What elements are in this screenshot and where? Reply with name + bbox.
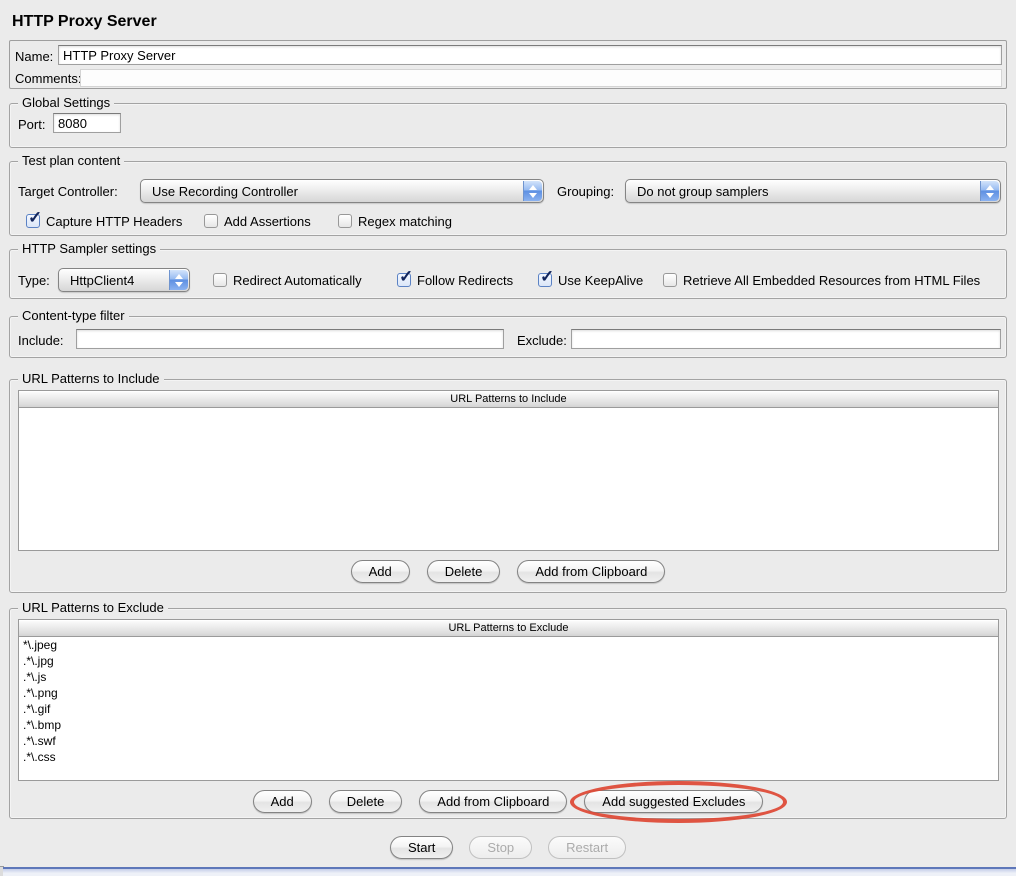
sampler-type-value: HttpClient4 bbox=[59, 273, 134, 288]
checkbox-label: Use KeepAlive bbox=[558, 273, 643, 288]
sampler-type-select[interactable]: HttpClient4 bbox=[58, 268, 190, 292]
checkbox-label: Retrieve All Embedded Resources from HTM… bbox=[683, 273, 980, 288]
use-keepalive-checkbox[interactable]: Use KeepAlive bbox=[538, 272, 643, 288]
regex-matching-checkbox[interactable]: Regex matching bbox=[338, 213, 452, 229]
include-patterns-table[interactable]: URL Patterns to Include bbox=[18, 390, 999, 551]
redirect-automatically-checkbox[interactable]: Redirect Automatically bbox=[213, 272, 362, 288]
content-type-filter-legend: Content-type filter bbox=[18, 308, 129, 323]
capture-http-headers-checkbox[interactable]: Capture HTTP Headers bbox=[26, 213, 182, 229]
checkbox-icon[interactable] bbox=[213, 273, 227, 287]
checkbox-label: Follow Redirects bbox=[417, 273, 513, 288]
grouping-value: Do not group samplers bbox=[626, 184, 769, 199]
add-suggested-excludes-button[interactable]: Add suggested Excludes bbox=[584, 790, 763, 813]
follow-redirects-checkbox[interactable]: Follow Redirects bbox=[397, 272, 513, 288]
include-delete-button[interactable]: Delete bbox=[427, 560, 501, 583]
include-filter-label: Include: bbox=[18, 333, 64, 348]
global-settings-group: Global Settings Port: bbox=[9, 103, 1007, 148]
stepper-icon bbox=[523, 181, 542, 201]
type-label: Type: bbox=[18, 273, 50, 288]
checkbox-icon[interactable] bbox=[204, 214, 218, 228]
global-settings-legend: Global Settings bbox=[18, 95, 114, 110]
checkbox-icon[interactable] bbox=[26, 214, 40, 228]
checkbox-icon[interactable] bbox=[397, 273, 411, 287]
exclude-add-from-clipboard-button[interactable]: Add from Clipboard bbox=[419, 790, 567, 813]
target-controller-label: Target Controller: bbox=[18, 184, 118, 199]
target-controller-select[interactable]: Use Recording Controller bbox=[140, 179, 544, 203]
exclude-pattern-row[interactable]: .*\.png bbox=[19, 685, 998, 701]
retrieve-embedded-resources-checkbox[interactable]: Retrieve All Embedded Resources from HTM… bbox=[663, 272, 980, 288]
footer-buttons-row: Start Stop Restart bbox=[0, 836, 1016, 859]
checkbox-label: Redirect Automatically bbox=[233, 273, 362, 288]
url-patterns-include-group: URL Patterns to Include URL Patterns to … bbox=[9, 379, 1007, 593]
grouping-select[interactable]: Do not group samplers bbox=[625, 179, 1001, 203]
include-add-button[interactable]: Add bbox=[351, 560, 410, 583]
checkbox-label: Capture HTTP Headers bbox=[46, 214, 182, 229]
exclude-pattern-row[interactable]: .*\.js bbox=[19, 669, 998, 685]
name-input[interactable] bbox=[58, 45, 1002, 65]
port-input[interactable] bbox=[53, 113, 121, 133]
bottom-panel-edge bbox=[3, 867, 1016, 876]
exclude-buttons-row: Add Delete Add from Clipboard Add sugges… bbox=[10, 790, 1006, 813]
http-sampler-settings-group: HTTP Sampler settings Type: HttpClient4 … bbox=[9, 249, 1007, 299]
exclude-add-button[interactable]: Add bbox=[253, 790, 312, 813]
start-button[interactable]: Start bbox=[390, 836, 453, 859]
test-plan-content-group: Test plan content Target Controller: Use… bbox=[9, 161, 1007, 236]
exclude-pattern-row[interactable]: .*\.bmp bbox=[19, 717, 998, 733]
target-controller-value: Use Recording Controller bbox=[141, 184, 298, 199]
comments-input[interactable] bbox=[80, 69, 1002, 87]
checkbox-icon[interactable] bbox=[338, 214, 352, 228]
exclude-table-body[interactable]: *\.jpeg .*\.jpg .*\.js .*\.png .*\.gif .… bbox=[19, 637, 998, 780]
url-patterns-include-legend: URL Patterns to Include bbox=[18, 371, 164, 386]
add-assertions-checkbox[interactable]: Add Assertions bbox=[204, 213, 311, 229]
exclude-table-header[interactable]: URL Patterns to Exclude bbox=[19, 620, 998, 637]
checkbox-icon[interactable] bbox=[663, 273, 677, 287]
http-proxy-server-panel: HTTP Proxy Server Name: Comments: Global… bbox=[0, 0, 1016, 876]
url-patterns-exclude-legend: URL Patterns to Exclude bbox=[18, 600, 168, 615]
stop-button[interactable]: Stop bbox=[469, 836, 532, 859]
http-sampler-settings-legend: HTTP Sampler settings bbox=[18, 241, 160, 256]
checkbox-label: Regex matching bbox=[358, 214, 452, 229]
exclude-filter-input[interactable] bbox=[571, 329, 1001, 349]
include-buttons-row: Add Delete Add from Clipboard bbox=[10, 560, 1006, 583]
exclude-pattern-row[interactable]: .*\.gif bbox=[19, 701, 998, 717]
exclude-pattern-row[interactable]: .*\.css bbox=[19, 749, 998, 765]
exclude-pattern-row[interactable]: .*\.jpg bbox=[19, 653, 998, 669]
exclude-patterns-table[interactable]: URL Patterns to Exclude *\.jpeg .*\.jpg … bbox=[18, 619, 999, 781]
port-label: Port: bbox=[18, 117, 45, 132]
comments-label: Comments: bbox=[15, 71, 81, 86]
include-table-header[interactable]: URL Patterns to Include bbox=[19, 391, 998, 408]
checkbox-icon[interactable] bbox=[538, 273, 552, 287]
checkbox-label: Add Assertions bbox=[224, 214, 311, 229]
content-type-filter-group: Content-type filter Include: Exclude: bbox=[9, 316, 1007, 358]
include-table-body[interactable] bbox=[19, 408, 998, 550]
exclude-delete-button[interactable]: Delete bbox=[329, 790, 403, 813]
include-add-from-clipboard-button[interactable]: Add from Clipboard bbox=[517, 560, 665, 583]
name-label: Name: bbox=[15, 49, 53, 64]
stepper-icon bbox=[980, 181, 999, 201]
include-filter-input[interactable] bbox=[76, 329, 504, 349]
stepper-icon bbox=[169, 270, 188, 290]
exclude-pattern-row[interactable]: *\.jpeg bbox=[19, 637, 998, 653]
restart-button[interactable]: Restart bbox=[548, 836, 626, 859]
url-patterns-exclude-group: URL Patterns to Exclude URL Patterns to … bbox=[9, 608, 1007, 819]
test-plan-content-legend: Test plan content bbox=[18, 153, 124, 168]
exclude-filter-label: Exclude: bbox=[517, 333, 567, 348]
name-comments-panel: Name: Comments: bbox=[9, 40, 1007, 89]
exclude-pattern-row[interactable]: .*\.swf bbox=[19, 733, 998, 749]
page-title: HTTP Proxy Server bbox=[12, 13, 157, 31]
grouping-label: Grouping: bbox=[557, 184, 614, 199]
